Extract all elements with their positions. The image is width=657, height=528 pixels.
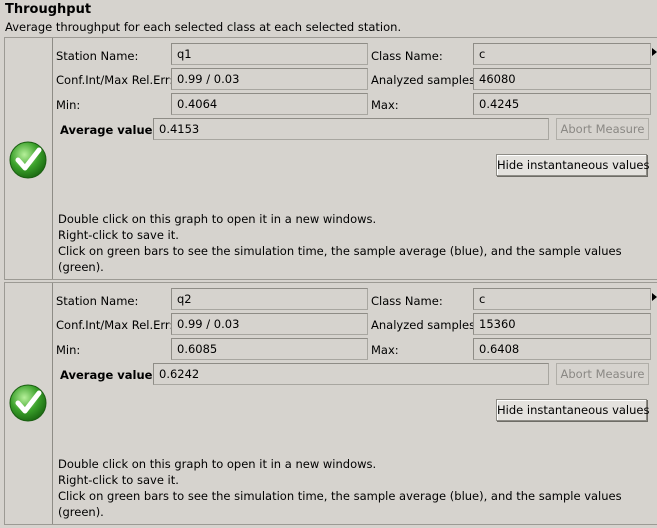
min-label: Min: [56, 98, 81, 112]
instruction-line: Right-click to save it. [58, 473, 179, 487]
instruction-line: Click on green bars to see the simulatio… [58, 489, 622, 519]
graph-instructions: Double click on this graph to open it in… [58, 456, 657, 520]
conf-int-field[interactable]: 0.99 / 0.03 [171, 313, 368, 335]
scroll-right-arrow-icon[interactable] [652, 48, 657, 56]
min-field[interactable]: 0.4064 [171, 93, 368, 115]
graph-instructions: Double click on this graph to open it in… [58, 211, 657, 275]
class-name-field[interactable]: c [473, 288, 651, 310]
analyzed-samples-field[interactable]: 15360 [473, 313, 651, 335]
instruction-line: Right-click to save it. [58, 228, 179, 242]
max-label: Max: [371, 98, 399, 112]
average-value-field[interactable]: 0.6242 [153, 363, 549, 385]
instruction-line: Double click on this graph to open it in… [58, 212, 377, 226]
measure-panel-q1: Station Name: q1 Class Name: c Conf.Int/… [4, 37, 657, 280]
max-field[interactable]: 0.4245 [473, 93, 651, 115]
abort-measure-button[interactable]: Abort Measure [556, 118, 649, 140]
check-success-icon [9, 384, 47, 422]
conf-int-label: Conf.Int/Max Rel.Err: [56, 318, 174, 332]
station-name-field[interactable]: q1 [171, 43, 368, 65]
throughput-title: Throughput [5, 2, 92, 17]
station-name-field[interactable]: q2 [171, 288, 368, 310]
max-label: Max: [371, 343, 399, 357]
instruction-line: Click on green bars to see the simulatio… [58, 244, 622, 274]
station-name-label: Station Name: [56, 294, 139, 308]
class-name-field[interactable]: c [473, 43, 651, 65]
min-label: Min: [56, 343, 81, 357]
abort-measure-button[interactable]: Abort Measure [556, 363, 649, 385]
station-name-label: Station Name: [56, 49, 139, 63]
hide-instantaneous-button[interactable]: Hide instantaneous values [496, 399, 650, 421]
analyzed-samples-label: Analyzed samples: [371, 318, 479, 332]
measure-panel-q2: Station Name: q2 Class Name: c Conf.Int/… [4, 282, 657, 525]
conf-int-label: Conf.Int/Max Rel.Err: [56, 73, 174, 87]
instruction-line: Double click on this graph to open it in… [58, 457, 377, 471]
class-name-label: Class Name: [371, 49, 443, 63]
average-value-field[interactable]: 0.4153 [153, 118, 549, 140]
min-field[interactable]: 0.6085 [171, 338, 368, 360]
average-value-label: Average value: [60, 123, 158, 137]
status-gutter [5, 38, 53, 279]
average-value-label: Average value: [60, 368, 158, 382]
conf-int-field[interactable]: 0.99 / 0.03 [171, 68, 368, 90]
scroll-right-arrow-icon[interactable] [652, 293, 657, 301]
status-gutter [5, 283, 53, 524]
analyzed-samples-field[interactable]: 46080 [473, 68, 651, 90]
check-success-icon [9, 141, 47, 179]
hide-instantaneous-button[interactable]: Hide instantaneous values [496, 154, 650, 176]
class-name-label: Class Name: [371, 294, 443, 308]
throughput-subtitle: Average throughput for each selected cla… [5, 20, 402, 34]
analyzed-samples-label: Analyzed samples: [371, 73, 479, 87]
max-field[interactable]: 0.6408 [473, 338, 651, 360]
